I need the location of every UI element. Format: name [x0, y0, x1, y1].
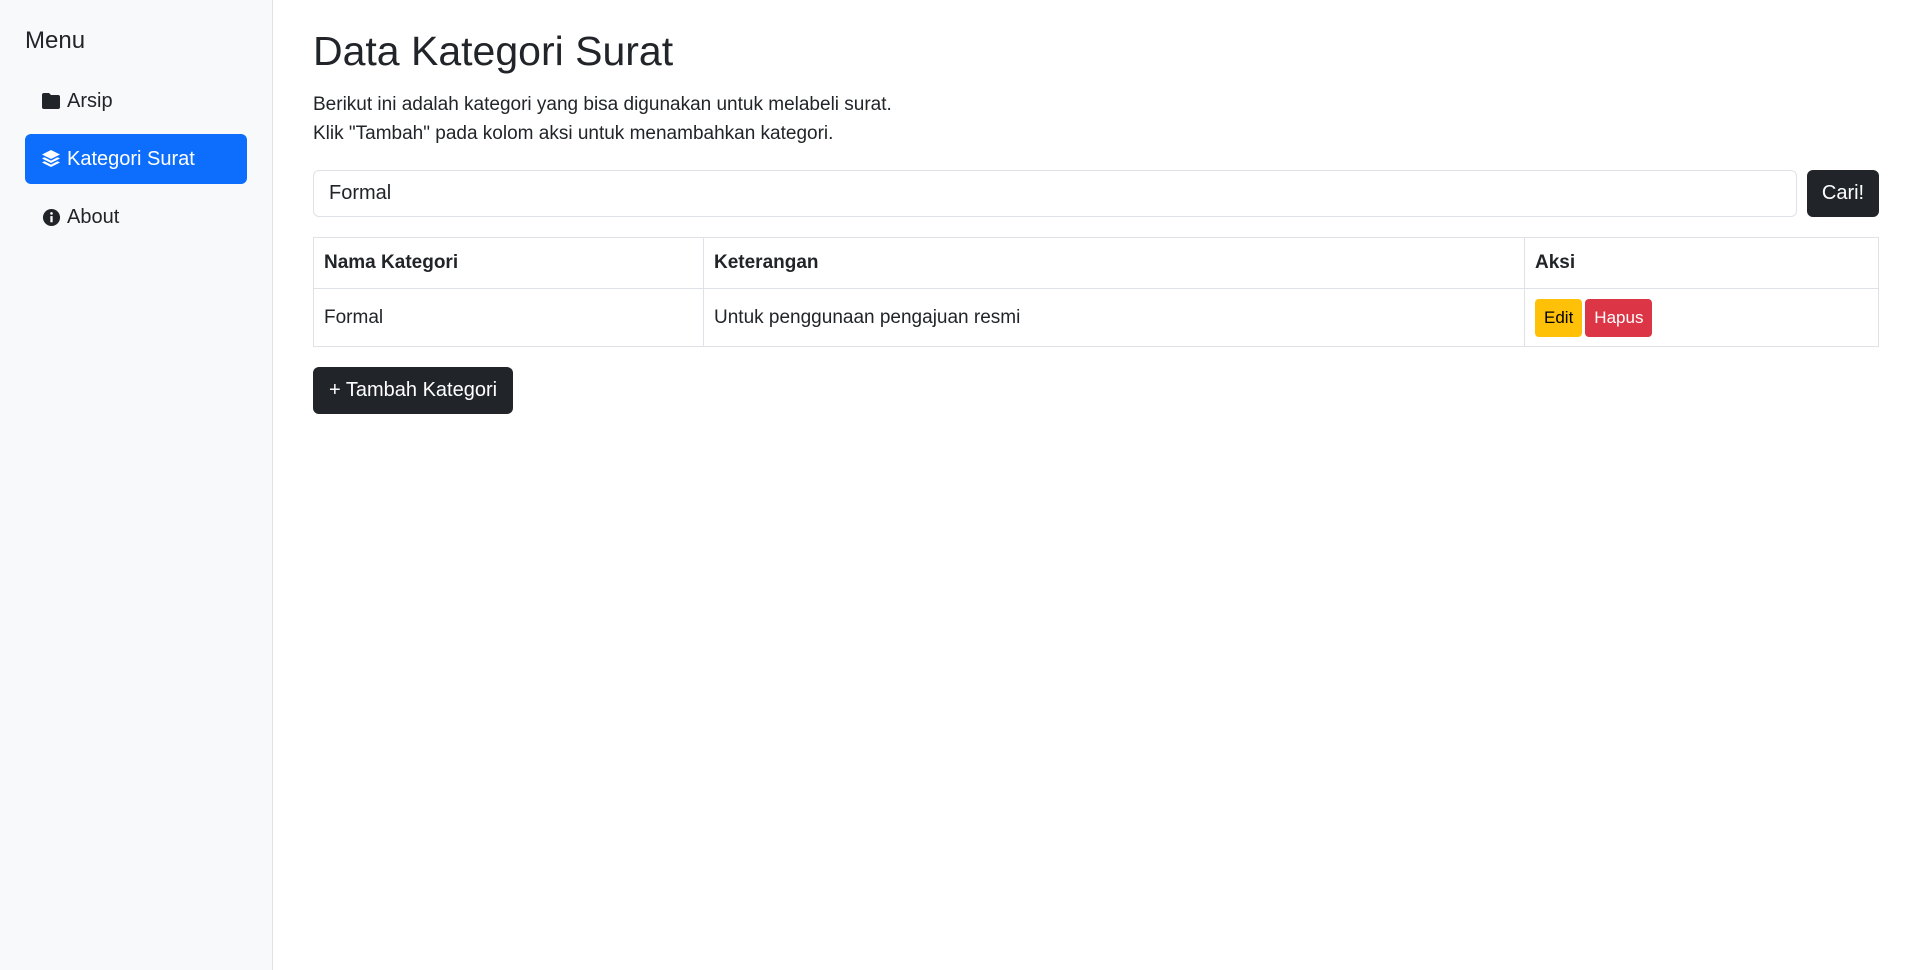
sidebar-item-label: About [67, 205, 120, 228]
layers-icon [40, 148, 62, 170]
header-nama-kategori: Nama Kategori [313, 237, 704, 289]
sidebar-item-label: Arsip [67, 89, 113, 112]
search-input[interactable] [313, 170, 1797, 217]
description-line-2: Klik "Tambah" pada kolom aksi untuk mena… [313, 123, 834, 144]
header-aksi: Aksi [1524, 237, 1879, 289]
add-kategori-button[interactable]: + Tambah Kategori [313, 367, 514, 414]
edit-button[interactable]: Edit [1535, 298, 1583, 337]
main-content: Data Kategori Surat Berikut ini adalah k… [273, 0, 1919, 970]
sidebar-item-arsip[interactable]: Arsip [25, 76, 247, 126]
info-circle-icon [40, 206, 62, 228]
search-bar: Cari! [313, 170, 1879, 217]
app: Menu Arsip Kategori Surat About Data Kat… [0, 0, 1919, 970]
folder-icon [40, 90, 62, 112]
sidebar-title: Menu [25, 27, 86, 54]
search-button[interactable]: Cari! [1807, 170, 1879, 217]
sidebar-item-kategori-surat[interactable]: Kategori Surat [25, 134, 247, 184]
cell-nama-kategori: Formal [313, 288, 704, 347]
cell-aksi: Edit Hapus [1524, 288, 1879, 347]
sidebar: Menu Arsip Kategori Surat About [0, 0, 273, 970]
table-row: Formal Untuk penggunaan pengajuan resmi … [313, 288, 1879, 347]
sidebar-item-about[interactable]: About [25, 192, 247, 242]
sidebar-item-label: Kategori Surat [67, 147, 195, 170]
delete-button[interactable]: Hapus [1585, 298, 1653, 337]
header-keterangan: Keterangan [703, 237, 1525, 289]
cell-keterangan: Untuk penggunaan pengajuan resmi [703, 288, 1525, 347]
description-line-1: Berikut ini adalah kategori yang bisa di… [313, 94, 892, 115]
table-header-row: Nama Kategori Keterangan Aksi [313, 237, 1879, 289]
kategori-table: Nama Kategori Keterangan Aksi Formal Unt… [313, 237, 1879, 347]
page-title: Data Kategori Surat [313, 28, 674, 74]
